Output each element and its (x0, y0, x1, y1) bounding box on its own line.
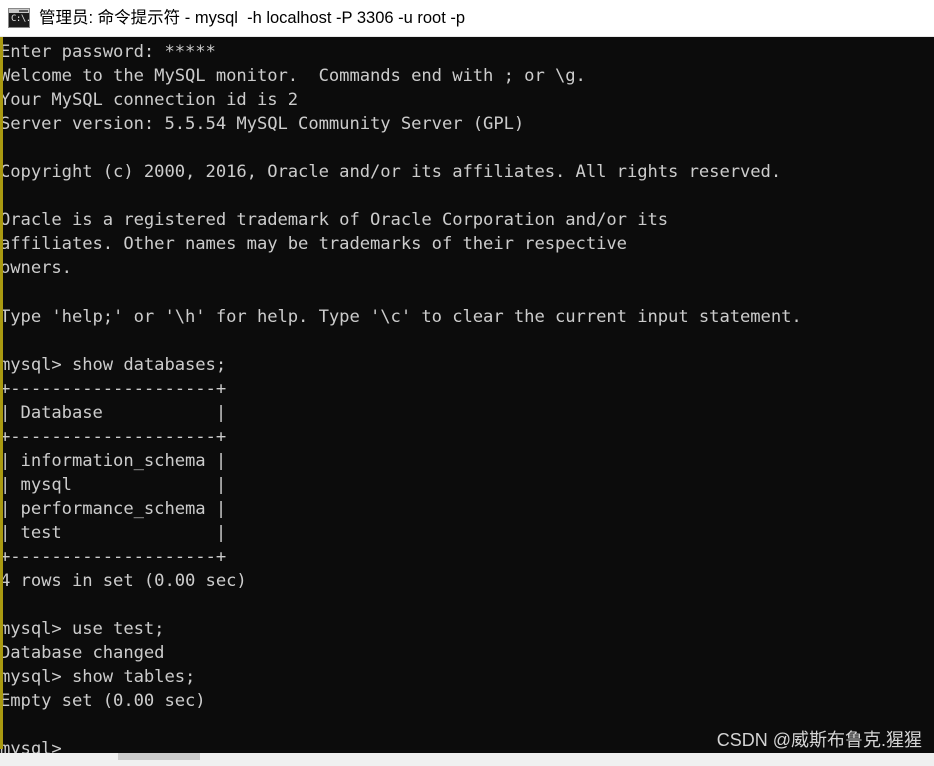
command-prompt-icon: C:\. (8, 8, 30, 28)
horizontal-scrollbar-thumb[interactable] (118, 753, 200, 760)
terminal-output-area[interactable]: Enter password: ***** Welcome to the MyS… (0, 37, 934, 753)
icon-prompt-glyph: C:\. (11, 14, 30, 24)
command-prompt-window: C:\. 管理员: 命令提示符 - mysql -h localhost -P … (0, 0, 934, 766)
horizontal-scrollbar[interactable] (0, 753, 934, 766)
window-left-accent-edge (0, 37, 3, 749)
window-titlebar[interactable]: C:\. 管理员: 命令提示符 - mysql -h localhost -P … (0, 0, 934, 37)
console-text: Enter password: ***** Welcome to the MyS… (0, 42, 802, 753)
window-title-text: 管理员: 命令提示符 - mysql -h localhost -P 3306 … (39, 9, 466, 27)
csdn-watermark: CSDN @威斯布鲁克.猩猩 (716, 730, 922, 750)
